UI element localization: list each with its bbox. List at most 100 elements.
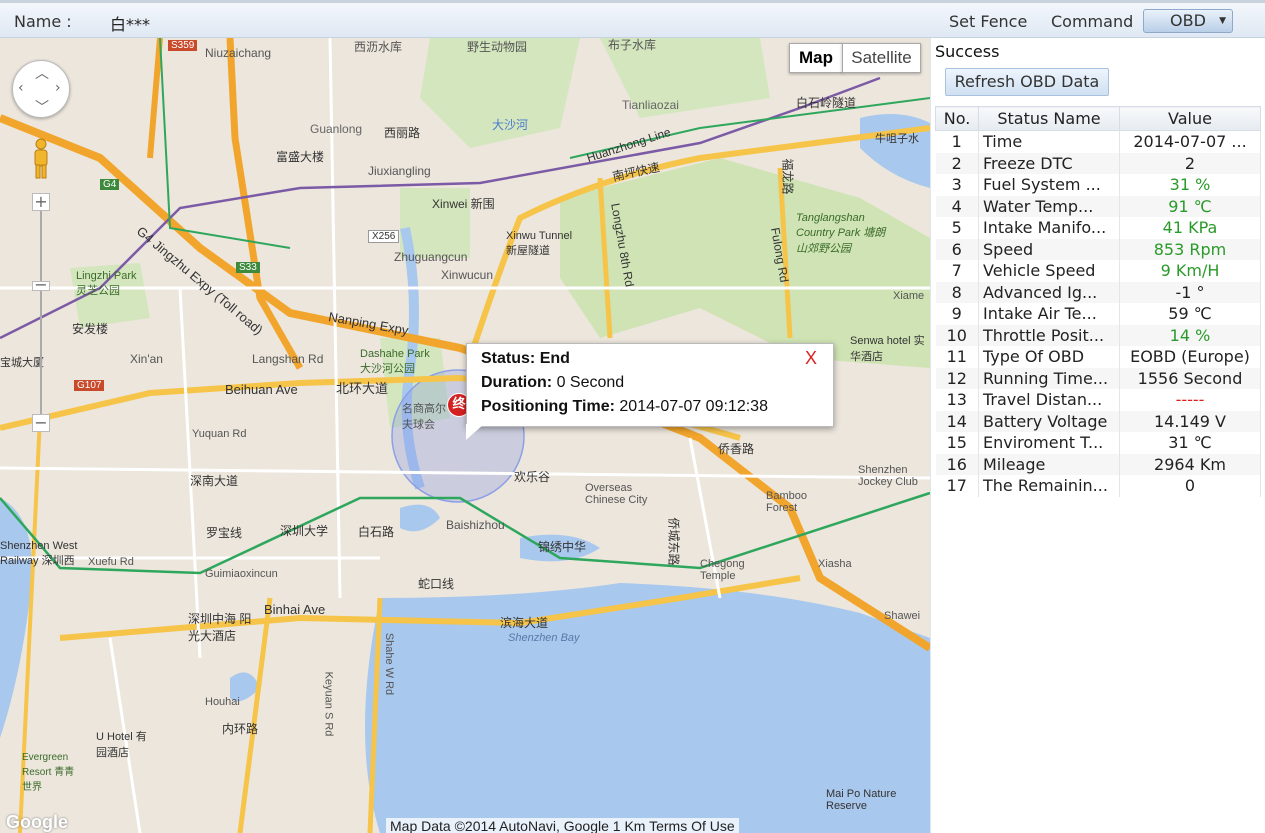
table-row[interactable]: 12 Running Time... 1556 Second (935, 367, 1261, 389)
info-positioning-value: 2014-07-07 09:12:38 (619, 398, 768, 415)
row-number: 9 (935, 303, 979, 325)
zoom-out-button[interactable]: − (32, 414, 50, 432)
row-number: 7 (935, 260, 979, 282)
status-value: 1556 Second (1119, 367, 1261, 389)
map-label: Baishizhou (446, 518, 505, 532)
status-value: 0 (1119, 475, 1261, 497)
column-header-status-name[interactable]: Status Name (978, 106, 1120, 131)
map-label: Niuzaichang (205, 46, 272, 60)
map-label: Overseas Chinese City (585, 482, 648, 506)
map-label: Mai Po Nature Reserve (826, 788, 897, 812)
table-row[interactable]: 13 Travel Distan... ----- (935, 389, 1261, 411)
row-number: 10 (935, 324, 979, 346)
map-label: Zhuguangcun (394, 250, 468, 264)
map-label: 名商高尔夫球会 (402, 403, 446, 431)
table-row[interactable]: 2 Freeze DTC 2 (935, 152, 1261, 174)
status-name: Advanced Ig... (978, 281, 1120, 303)
map-label: 深圳中海 阳光大酒店 (188, 612, 252, 643)
map-label: Jiuxiangling (368, 164, 431, 178)
pan-left-icon[interactable]: ‹ (18, 80, 24, 96)
map-label: Yuquan Rd (192, 428, 247, 440)
pan-control[interactable]: ︿ ﹀ ‹ › (12, 60, 70, 118)
pan-right-icon[interactable]: › (55, 80, 61, 96)
top-bar: Name : 白*** Set Fence Command OBD ▼ (0, 0, 1265, 38)
map-label: 侨城东路 (666, 517, 681, 566)
google-logo[interactable]: Google (6, 812, 68, 833)
map-label: 白石岭隧道 (796, 96, 857, 110)
table-row[interactable]: 4 Water Temp... 91 ℃ (935, 195, 1261, 217)
info-status: Status: End (481, 350, 570, 368)
zoom-in-button[interactable]: + (32, 193, 50, 211)
map-label: X256 (368, 230, 400, 243)
info-positioning-label: Positioning Time: (481, 398, 615, 415)
table-row[interactable]: 8 Advanced Ig... -1 ° (935, 281, 1261, 303)
table-row[interactable]: 15 Enviroment T... 31 ℃ (935, 432, 1261, 454)
status-value: 31 % (1119, 174, 1261, 196)
map-footer[interactable]: Map Data ©2014 AutoNavi, Google 1 Km Ter… (386, 818, 739, 833)
status-name: Intake Air Te... (978, 303, 1120, 325)
map-label: Senwa hotel 实华酒店 (850, 335, 925, 363)
status-name: Intake Manifo... (978, 217, 1120, 239)
row-number: 15 (935, 432, 979, 454)
map-label: 安发楼 (72, 322, 109, 336)
row-number: 16 (935, 453, 979, 475)
status-value: 31 ℃ (1119, 432, 1261, 454)
table-row[interactable]: 9 Intake Air Te... 59 ℃ (935, 303, 1261, 325)
command-link[interactable]: Command (1051, 12, 1133, 31)
map-label: G107 (74, 380, 105, 391)
table-row[interactable]: 7 Vehicle Speed 9 Km/H (935, 260, 1261, 282)
column-header-value[interactable]: Value (1119, 106, 1261, 131)
column-header-no[interactable]: No. (935, 106, 979, 131)
pan-up-icon[interactable]: ︿ (35, 63, 49, 83)
map-label: Bamboo Forest (766, 490, 807, 514)
status-name: Water Temp... (978, 195, 1120, 217)
status-name: Enviroment T... (978, 432, 1120, 454)
map-label: Xiasha (818, 558, 852, 570)
table-row[interactable]: 3 Fuel System ... 31 % (935, 174, 1261, 196)
table-row[interactable]: 11 Type Of OBD EOBD (Europe) (935, 346, 1261, 368)
map-type-map-button[interactable]: Map (789, 43, 843, 73)
table-row[interactable]: 1 Time 2014-07-07 ... (935, 130, 1261, 153)
table-row[interactable]: 14 Battery Voltage 14.149 V (935, 410, 1261, 432)
status-name: Vehicle Speed (978, 260, 1120, 282)
close-icon[interactable]: X (805, 348, 817, 369)
map-view[interactable]: Niuzaichang 西沥水库 野生动物园 布子水库 白石岭隧道 Tianli… (0, 38, 930, 833)
table-row[interactable]: 17 The Remainin... 0 (935, 475, 1261, 497)
map-label: Binhai Ave (264, 602, 326, 617)
table-row[interactable]: 6 Speed 853 Rpm (935, 238, 1261, 260)
table-row[interactable]: 10 Throttle Posit... 14 % (935, 324, 1261, 346)
zoom-slider-handle[interactable]: − (32, 277, 50, 293)
obd-dropdown[interactable]: OBD ▼ (1143, 9, 1233, 33)
map-label: Chegong Temple (700, 558, 745, 582)
map-label: 锦绣中华 (538, 540, 587, 554)
info-status-value: End (539, 350, 570, 367)
info-duration: Duration: 0 Second (481, 374, 624, 392)
table-row[interactable]: 16 Mileage 2964 Km (935, 453, 1261, 475)
map-label: Shenzhen West Railway 深圳西 (0, 540, 78, 567)
table-row[interactable]: 5 Intake Manifo... 41 KPa (935, 217, 1261, 239)
table-header-row: No. Status Name Value (935, 106, 1261, 131)
obd-panel: Success Refresh OBD Data No. Status Name… (930, 38, 1265, 833)
status-name: Mileage (978, 453, 1120, 475)
refresh-obd-button[interactable]: Refresh OBD Data (945, 68, 1109, 96)
status-message: Success (935, 42, 1000, 61)
info-duration-value: 0 Second (556, 374, 625, 391)
map-label: G4 (100, 179, 120, 190)
map-label: Beihuan Ave (225, 382, 298, 397)
map-label: S33 (236, 262, 260, 273)
map-type-satellite-button[interactable]: Satellite (842, 43, 921, 73)
status-value: 853 Rpm (1119, 238, 1261, 260)
status-name: Running Time... (978, 367, 1120, 389)
street-view-pegman-icon[interactable] (30, 138, 52, 180)
status-name: Throttle Posit... (978, 324, 1120, 346)
map-label: 大沙河 (492, 118, 529, 132)
pan-down-icon[interactable]: ﹀ (35, 97, 49, 117)
map-label: Guanlong (310, 122, 363, 136)
row-number: 14 (935, 410, 979, 432)
vehicle-name: 白*** (110, 15, 151, 34)
obd-table: No. Status Name Value 1 Time 2014-07-07 ..… (935, 106, 1261, 497)
zoom-slider-track[interactable] (40, 198, 42, 423)
status-name: Freeze DTC (978, 152, 1120, 174)
status-value: 9 Km/H (1119, 260, 1261, 282)
set-fence-link[interactable]: Set Fence (949, 12, 1027, 31)
